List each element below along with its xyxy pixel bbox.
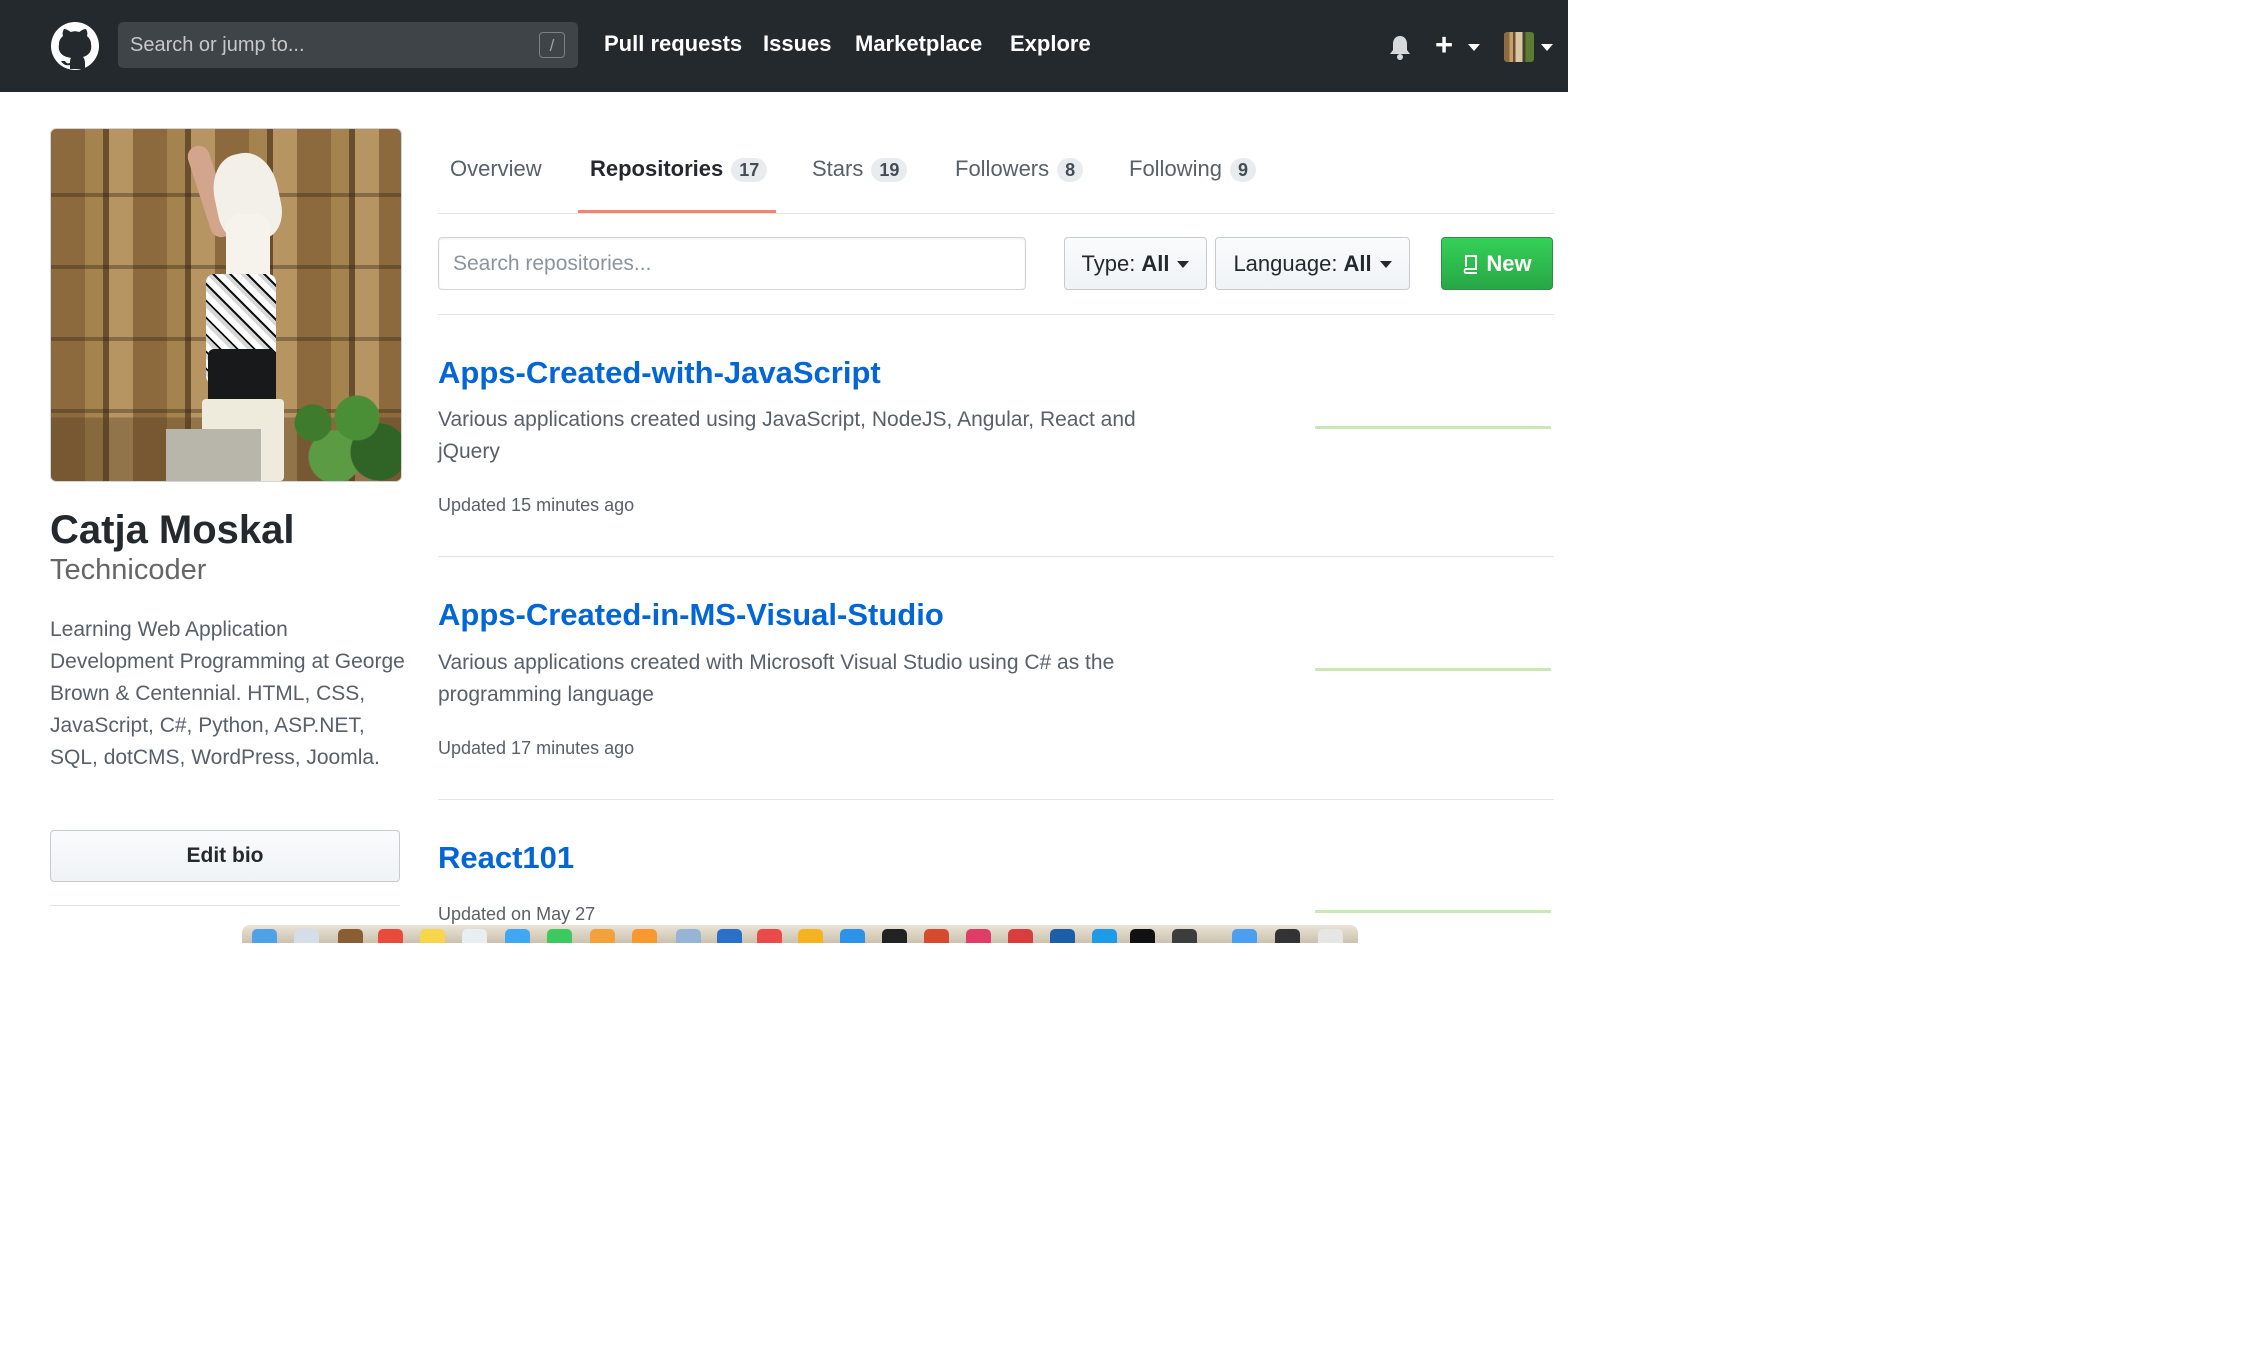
tab-stars-label: Stars — [812, 156, 864, 181]
github-desktop-dock-icon[interactable] — [882, 929, 907, 943]
edit-bio-button[interactable]: Edit bio — [50, 830, 400, 882]
tab-followers-label: Followers — [955, 156, 1050, 181]
user-avatar-menu[interactable] — [1504, 32, 1534, 62]
repository-divider — [438, 799, 1554, 800]
repository-activity-sparkline — [1315, 426, 1551, 429]
create-dropdown-caret-icon[interactable] — [1468, 44, 1480, 51]
repository-activity-sparkline — [1315, 668, 1551, 671]
app-store-dock-icon[interactable] — [840, 929, 865, 943]
sublime-dock-icon[interactable] — [1172, 929, 1197, 943]
repository-name-link[interactable]: React101 — [438, 840, 574, 876]
firefox-dock-icon[interactable] — [924, 929, 949, 943]
tab-overview-label: Overview — [450, 156, 542, 181]
repository-description: Various applications created with Micros… — [438, 651, 1115, 706]
repository-updated-time: Updated on May 27 — [438, 904, 596, 924]
repository-divider — [438, 556, 1554, 557]
repository-description: Various applications created using JavaS… — [438, 408, 1136, 463]
repository-book-icon — [1464, 254, 1478, 274]
tab-repositories-label: Repositories — [590, 156, 724, 181]
type-filter-value: All — [1141, 250, 1170, 276]
books-dock-icon[interactable] — [632, 929, 657, 943]
profile-bio: Learning Web Application Development Pro… — [50, 618, 405, 769]
explore-link[interactable]: Explore — [1010, 31, 1091, 57]
numbers-dock-icon[interactable] — [676, 929, 701, 943]
repository-name-link[interactable]: Apps-Created-in-MS-Visual-Studio — [438, 597, 944, 633]
profile-username: Technicoder — [50, 554, 207, 586]
stars-count-badge: 19 — [871, 158, 908, 182]
active-tab-underline — [578, 210, 776, 213]
profile-photo-bush — [291, 384, 401, 481]
type-filter-label: Type: — [1081, 250, 1136, 276]
repository-activity-sparkline — [1315, 910, 1551, 913]
avatar-dropdown-caret-icon[interactable] — [1541, 44, 1553, 51]
global-search-input[interactable] — [118, 22, 528, 68]
language-caret-icon — [1379, 261, 1392, 268]
stickies-dock-icon[interactable] — [420, 929, 445, 943]
search-shortcut-key: / — [539, 32, 565, 58]
repository-name-link[interactable]: Apps-Created-with-JavaScript — [438, 355, 881, 391]
new-repository-button[interactable]: New — [1441, 237, 1553, 290]
repository-list-top-divider — [438, 314, 1554, 315]
profile-photo-step — [166, 429, 261, 481]
launchpad-dock-icon[interactable] — [294, 929, 319, 943]
global-search[interactable]: / — [118, 22, 578, 68]
finder-dock-icon[interactable] — [252, 929, 277, 943]
chrome-dock-icon[interactable] — [798, 929, 823, 943]
notes-dock-icon[interactable] — [338, 929, 363, 943]
tab-stars[interactable]: Stars 19 — [812, 156, 908, 182]
profile-divider — [50, 905, 400, 906]
messages-dock-icon[interactable] — [547, 929, 572, 943]
profile-photo — [50, 128, 402, 482]
marketplace-link[interactable]: Marketplace — [855, 31, 982, 57]
following-count-badge: 9 — [1229, 158, 1256, 182]
repository-updated-time: Updated 17 minutes ago — [438, 738, 635, 758]
tab-following[interactable]: Following 9 — [1129, 156, 1256, 182]
type-caret-icon — [1177, 261, 1190, 268]
calendar-dock-icon[interactable] — [378, 929, 403, 943]
repository-updated-time: Updated 15 minutes ago — [438, 495, 635, 515]
tab-followers[interactable]: Followers 8 — [955, 156, 1084, 182]
language-filter-button[interactable]: Language: All — [1215, 237, 1410, 290]
followers-count-badge: 8 — [1057, 158, 1084, 182]
folder-dock-icon[interactable] — [1232, 929, 1257, 943]
music-dock-icon[interactable] — [757, 929, 782, 943]
top-navigation-bar: / Pull requests Issues Marketplace Explo… — [0, 0, 1568, 92]
pdf-dock-icon[interactable] — [1008, 929, 1033, 943]
profile-tabs: Overview Repositories 17 Stars 19 Follower… — [438, 127, 1554, 214]
language-filter-label: Language: — [1233, 250, 1338, 276]
visual-studio-dock-icon[interactable] — [1050, 929, 1075, 943]
app-dock-icon[interactable] — [966, 929, 991, 943]
photos-dock-icon[interactable] — [462, 929, 487, 943]
language-filter-value: All — [1343, 250, 1372, 276]
terminal-dock-icon[interactable] — [1130, 929, 1155, 943]
create-new-icon[interactable]: + — [1435, 28, 1453, 62]
tab-following-label: Following — [1129, 156, 1222, 181]
tab-overview[interactable]: Overview — [450, 156, 542, 182]
new-button-label: New — [1486, 250, 1532, 276]
photos-app-dock-icon[interactable] — [590, 929, 615, 943]
issues-link[interactable]: Issues — [763, 31, 832, 57]
type-filter-button[interactable]: Type: All — [1064, 237, 1207, 290]
repositories-count-badge: 17 — [731, 158, 768, 182]
downloads-dock-icon[interactable] — [1275, 929, 1300, 943]
tab-repositories[interactable]: Repositories 17 — [590, 156, 768, 182]
repository-search-input[interactable] — [438, 237, 1026, 290]
keynote-dock-icon[interactable] — [717, 929, 742, 943]
pull-requests-link[interactable]: Pull requests — [604, 31, 742, 57]
profile-name: Catja Moskal — [50, 508, 295, 552]
trash-dock-icon[interactable] — [1318, 929, 1343, 943]
code-dock-icon[interactable] — [1092, 929, 1117, 943]
notification-bell-icon[interactable] — [1386, 33, 1414, 61]
github-logo-icon[interactable] — [50, 21, 100, 71]
safari-dock-icon[interactable] — [505, 929, 530, 943]
